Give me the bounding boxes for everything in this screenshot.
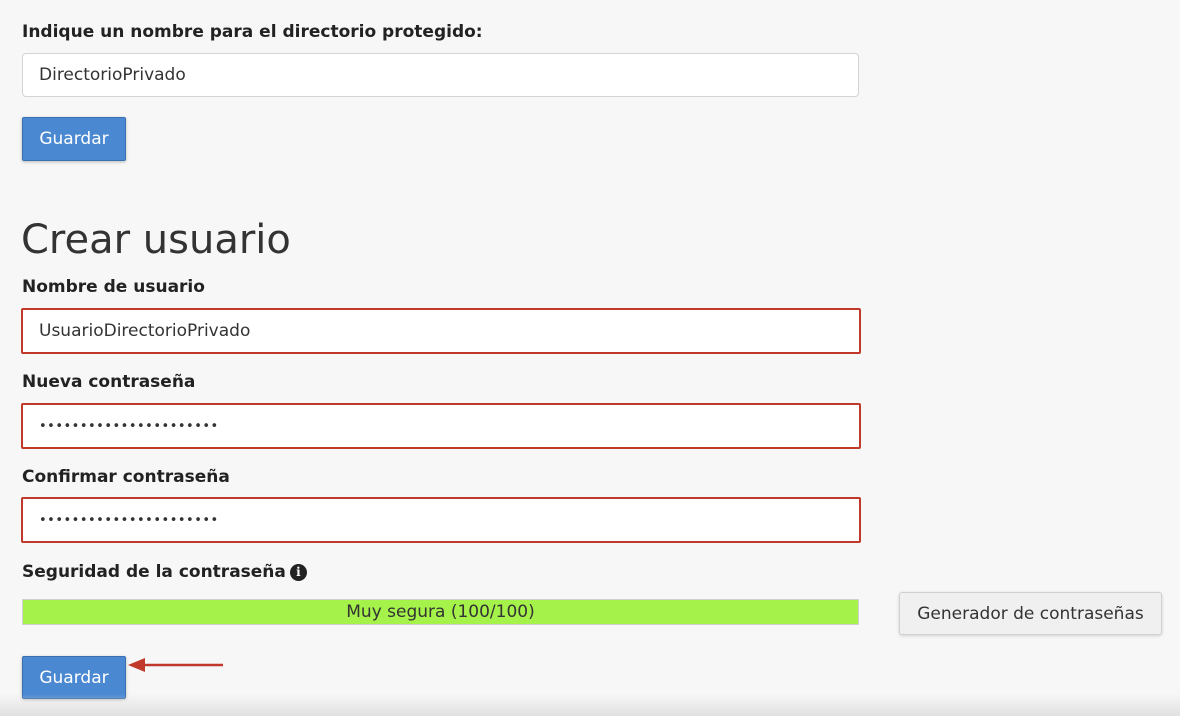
confirm-password-label: Confirmar contraseña: [22, 467, 230, 487]
password-strength-label: Seguridad de la contraseña i: [22, 562, 307, 582]
password-strength-label-text: Seguridad de la contraseña: [22, 562, 286, 582]
username-label: Nombre de usuario: [22, 277, 205, 297]
save-user-button[interactable]: Guardar: [22, 656, 126, 699]
password-strength-meter: Muy segura (100/100): [22, 599, 859, 625]
new-password-label: Nueva contraseña: [22, 372, 196, 392]
save-directory-button[interactable]: Guardar: [22, 117, 126, 161]
directory-name-label: Indique un nombre para el directorio pro…: [22, 22, 483, 42]
create-user-heading: Crear usuario: [21, 217, 291, 263]
confirm-password-input[interactable]: [21, 497, 861, 543]
bottom-shadow: [0, 694, 1180, 716]
info-icon[interactable]: i: [289, 564, 307, 581]
password-generator-button[interactable]: Generador de contraseñas: [899, 592, 1162, 635]
password-strength-text: Muy segura (100/100): [346, 602, 535, 622]
new-password-input[interactable]: [21, 403, 861, 449]
username-input[interactable]: [21, 308, 861, 354]
directory-name-input[interactable]: [22, 53, 859, 97]
arrow-left-icon: [128, 658, 223, 672]
